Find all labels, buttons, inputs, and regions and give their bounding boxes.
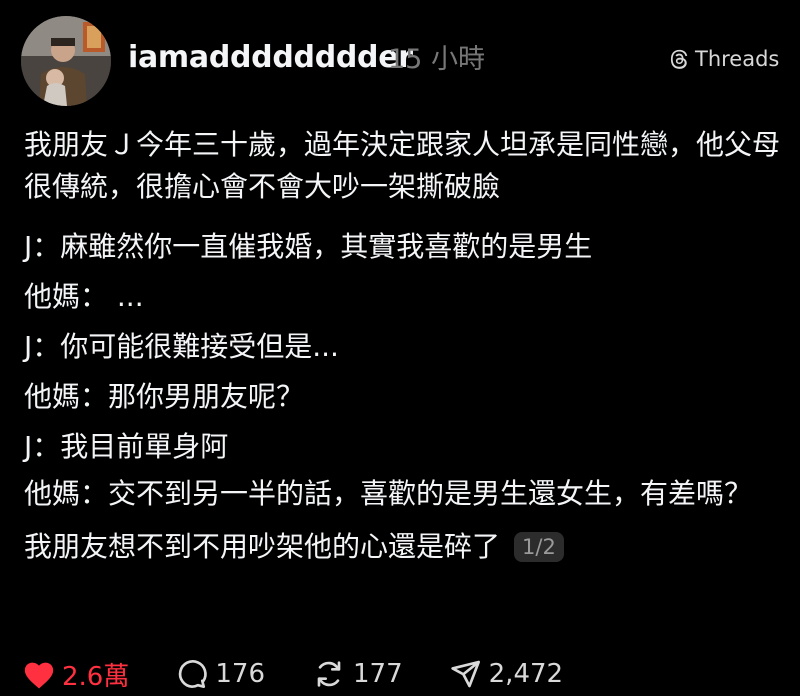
repost-button[interactable]: 177 — [311, 658, 403, 690]
dialogue-line: J：我目前單身阿 — [24, 430, 229, 463]
send-icon — [449, 658, 483, 690]
heart-icon — [22, 658, 56, 690]
ending-text: 我朋友想不到不用吵架他的心還是碎了 — [24, 530, 501, 563]
username[interactable]: iamadddddddder — [128, 36, 413, 80]
avatar[interactable] — [21, 16, 111, 106]
page-indicator-badge: 1/2 — [514, 532, 564, 562]
like-count: 2.6萬 — [62, 661, 130, 692]
post-timestamp: 15 小時 — [388, 44, 485, 75]
threads-logo-icon — [668, 48, 690, 70]
post-body: 我朋友Ｊ今年三十歲，過年決定跟家人坦承是同性戀，他父母很傳統，很擔心會不會大吵一… — [24, 124, 794, 568]
threads-post: iamadddddddder 15 小時 Threads 我朋友Ｊ今年三十歲，過… — [0, 0, 800, 696]
post-ending: 我朋友想不到不用吵架他的心還是碎了 1/2 — [24, 526, 794, 568]
threads-badge[interactable]: Threads — [668, 44, 779, 74]
dialogue: J：麻雖然你一直催我婚，其實我喜歡的是男生 他媽： ... J：你可能很難接受但… — [24, 222, 794, 516]
action-bar: 2.6萬 176 177 2,472 — [22, 656, 609, 692]
comment-count: 176 — [215, 659, 265, 689]
dialogue-line: 他媽：那你男朋友呢？ — [24, 380, 305, 413]
share-button[interactable]: 2,472 — [449, 658, 563, 690]
avatar-photo — [21, 16, 111, 106]
dialogue-line: 他媽：交不到另一半的話，喜歡的是男生還女生，有差嗎？ — [24, 477, 753, 510]
dialogue-line: J：你可能很難接受但是... — [24, 330, 339, 363]
threads-badge-label: Threads — [695, 47, 780, 71]
like-button[interactable]: 2.6萬 — [22, 656, 129, 693]
share-count: 2,472 — [488, 659, 564, 689]
post-intro: 我朋友Ｊ今年三十歲，過年決定跟家人坦承是同性戀，他父母很傳統，很擔心會不會大吵一… — [24, 128, 781, 203]
dialogue-line: J：麻雖然你一直催我婚，其實我喜歡的是男生 — [24, 230, 593, 263]
repost-count: 177 — [353, 659, 403, 689]
comment-button[interactable]: 176 — [175, 658, 265, 690]
repost-icon — [311, 658, 347, 690]
dialogue-line: 他媽： ... — [24, 280, 144, 313]
comment-bubble-icon — [175, 658, 209, 690]
